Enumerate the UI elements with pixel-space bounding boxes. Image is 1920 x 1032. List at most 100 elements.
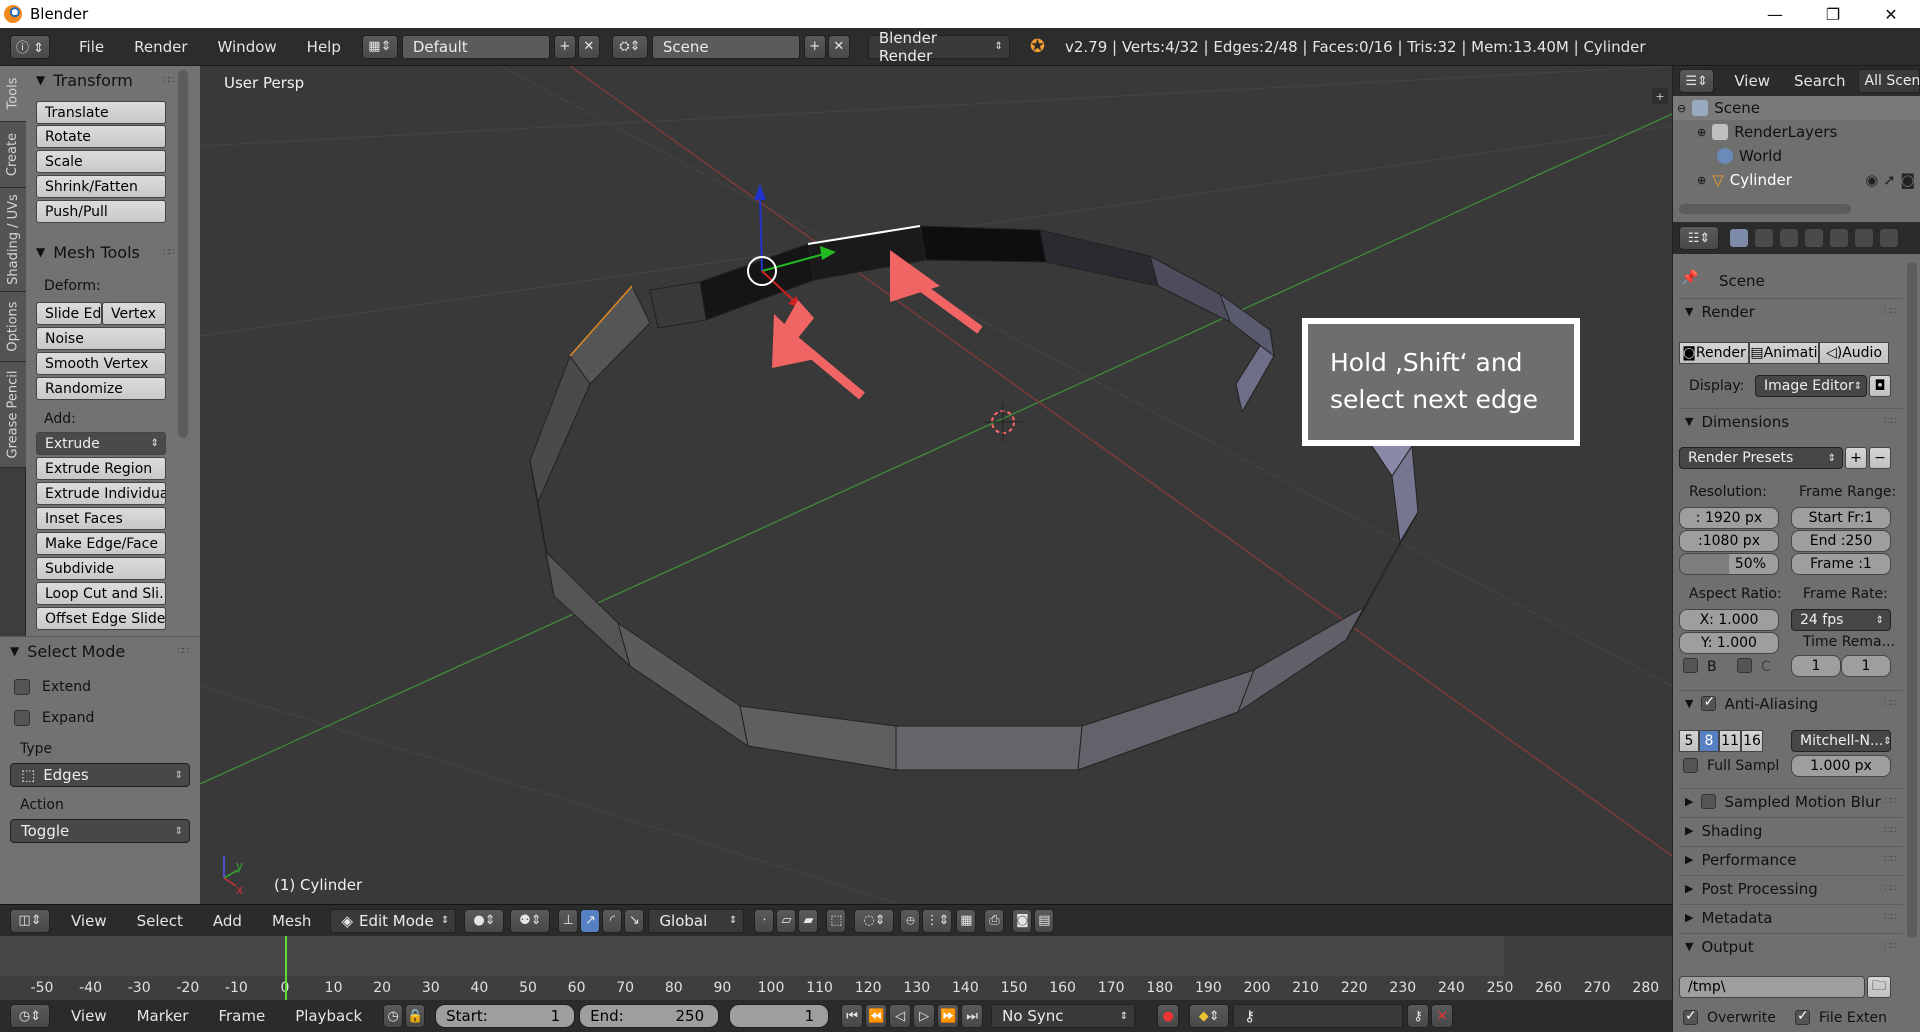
menu-playback[interactable]: Playback: [280, 1007, 377, 1025]
jump-start-icon[interactable]: ⏮: [841, 1004, 864, 1028]
drag-grip-icon[interactable]: ∷∷: [163, 247, 175, 258]
full-sample-checkbox[interactable]: [1683, 758, 1698, 773]
remove-scene-button[interactable]: ✕: [827, 34, 850, 59]
anti-aliasing-checkbox[interactable]: [1701, 694, 1717, 711]
aa-samples-5-button[interactable]: 5: [1679, 730, 1699, 752]
editor-type-timeline-button[interactable]: ◷⇕: [10, 1004, 50, 1028]
timeline-ruler[interactable]: -50-40-30-20-100102030405060708090100110…: [0, 976, 1672, 1000]
editor-type-properties-button[interactable]: ☷⇕: [1679, 226, 1719, 250]
scale-manipulator-icon[interactable]: ↘: [624, 908, 645, 933]
add-preset-button[interactable]: +: [1845, 447, 1867, 469]
render-button[interactable]: ◙ Render: [1679, 342, 1749, 364]
menu-add[interactable]: Add: [198, 912, 257, 930]
opengl-render-icon[interactable]: ⎙: [984, 908, 1005, 933]
scene-browse-button[interactable]: ⛭⇕: [611, 34, 648, 59]
expand-icon[interactable]: ⊕: [1697, 126, 1706, 139]
lock-interface-icon[interactable]: ◘: [1869, 375, 1891, 397]
menu-mesh[interactable]: Mesh: [257, 912, 327, 930]
translate-manipulator-icon[interactable]: ↗: [580, 908, 601, 933]
add-scene-button[interactable]: +: [803, 34, 826, 59]
render-animation-button[interactable]: ▤ Animati: [1749, 342, 1819, 364]
lock-icon[interactable]: 🔒: [405, 1004, 426, 1028]
frame-step-field[interactable]: Frame :1: [1791, 553, 1891, 575]
frame-end-field[interactable]: End :250: [1791, 530, 1891, 552]
rotate-manipulator-icon[interactable]: ◜: [602, 908, 623, 933]
cylinder-mesh[interactable]: [529, 225, 1419, 771]
menu-help[interactable]: Help: [292, 38, 356, 56]
extend-checkbox[interactable]: [14, 679, 30, 695]
make-edge-face-button[interactable]: Make Edge/Face: [36, 532, 166, 555]
outliner-item-renderlayers[interactable]: ⊕ RenderLayers: [1673, 120, 1920, 144]
translate-button[interactable]: Translate: [36, 101, 166, 124]
region-expand-icon[interactable]: +: [1652, 88, 1668, 104]
tab-create[interactable]: Create: [0, 122, 26, 188]
metadata-panel-header[interactable]: ▶ Metadata ∷∷: [1679, 904, 1903, 930]
display-mode-dropdown[interactable]: All Scenes: [1857, 69, 1920, 93]
select-mode-panel-header[interactable]: ▼ Select Mode ∷∷: [0, 637, 200, 665]
menu-window[interactable]: Window: [203, 38, 292, 56]
jump-keyframe-back-icon[interactable]: ⏪: [865, 1004, 888, 1028]
aspect-x-field[interactable]: X: 1.000: [1679, 609, 1779, 631]
scene-name-field[interactable]: Scene: [651, 34, 800, 59]
object-tab-icon[interactable]: [1829, 228, 1849, 248]
jump-keyframe-forward-icon[interactable]: ⏩: [937, 1004, 960, 1028]
proportional-edit-dropdown[interactable]: ◌⇕: [854, 908, 895, 933]
subdivide-button[interactable]: Subdivide: [36, 557, 166, 580]
crop-checkbox[interactable]: [1737, 658, 1752, 673]
keying-set-dropdown[interactable]: ◆ ⇕: [1189, 1004, 1230, 1028]
outliner-scrollbar[interactable]: [1679, 204, 1851, 214]
editor-type-info-button[interactable]: ⓘ ⇕: [10, 34, 50, 59]
smooth-vertex-button[interactable]: Smooth Vertex: [36, 352, 166, 375]
3d-viewport[interactable]: y x User Persp (1) Cylinder Hold ‚Shift‘…: [200, 66, 1672, 904]
output-panel-header[interactable]: ▼ Output ∷∷: [1679, 933, 1903, 959]
preview-range-icon[interactable]: ◷: [383, 1004, 404, 1028]
motion-blur-checkbox[interactable]: [1701, 794, 1717, 809]
remove-layout-button[interactable]: ✕: [577, 34, 600, 59]
scene-tab-icon[interactable]: [1779, 228, 1799, 248]
overwrite-checkbox[interactable]: [1683, 1008, 1698, 1025]
menu-frame[interactable]: Frame: [203, 1007, 280, 1025]
manipulator-toggle-icon[interactable]: ⊥: [558, 908, 579, 933]
aa-samples-8-button[interactable]: 8: [1699, 730, 1719, 752]
menu-view[interactable]: View: [56, 912, 122, 930]
play-reverse-icon[interactable]: ◁: [889, 1004, 912, 1028]
vertex-select-icon[interactable]: ⋅: [754, 908, 775, 933]
frame-rate-dropdown[interactable]: 24 fps ⇕: [1791, 609, 1891, 631]
menu-marker[interactable]: Marker: [122, 1007, 204, 1025]
layout-browse-button[interactable]: ▦⇕: [361, 34, 398, 59]
slide-edge-button[interactable]: Slide Ed: [36, 302, 102, 325]
render-animation-icon[interactable]: ▤: [1034, 908, 1055, 933]
delete-keyframe-icon[interactable]: ✕: [1431, 1004, 1454, 1028]
play-icon[interactable]: ▷: [913, 1004, 936, 1028]
render-engine-dropdown[interactable]: Blender Render ⇕: [867, 29, 1010, 65]
aa-samples-16-button[interactable]: 16: [1741, 730, 1763, 752]
editor-type-3d-button[interactable]: ◫⇕: [10, 908, 50, 933]
viewport-scene[interactable]: y x: [200, 66, 1672, 904]
push-pull-button[interactable]: Push/Pull: [36, 200, 166, 223]
menu-file[interactable]: File: [64, 38, 119, 56]
inset-faces-button[interactable]: Inset Faces: [36, 507, 166, 530]
mode-dropdown[interactable]: ◈ Edit Mode ⇕: [330, 908, 457, 933]
shrink-fatten-button[interactable]: Shrink/Fatten: [36, 175, 166, 198]
layout-name-field[interactable]: Default: [401, 34, 550, 59]
render-audio-button[interactable]: ◁) Audio: [1819, 342, 1889, 364]
randomize-button[interactable]: Randomize: [36, 377, 166, 400]
border-checkbox[interactable]: [1683, 658, 1698, 673]
mesh-tools-panel-header[interactable]: ▼ Mesh Tools ∷∷: [26, 238, 186, 266]
limit-selection-icon[interactable]: ⬚: [826, 908, 847, 933]
dimensions-panel-header[interactable]: ▼ Dimensions ∷∷: [1679, 408, 1903, 434]
time-remap-new-field[interactable]: 1: [1841, 655, 1891, 677]
layers-icon[interactable]: ▦: [956, 908, 977, 933]
outliner-item-world[interactable]: World: [1673, 144, 1920, 168]
tab-shading-uvs[interactable]: Shading / UVs: [0, 188, 26, 292]
transform-panel-header[interactable]: ▼ Transform ∷∷: [26, 66, 186, 94]
current-frame-field[interactable]: 1: [729, 1004, 830, 1028]
outliner-item-scene[interactable]: ⊖ Scene: [1673, 96, 1920, 120]
insert-keyframe-icon[interactable]: ⚷: [1407, 1004, 1430, 1028]
tab-grease-pencil[interactable]: Grease Pencil: [0, 362, 26, 468]
start-frame-field[interactable]: Start: 1: [435, 1004, 576, 1028]
shading-panel-header[interactable]: ▶ Shading ∷∷: [1679, 817, 1903, 843]
close-button[interactable]: ✕: [1862, 0, 1920, 28]
properties-scrollbar[interactable]: [1907, 262, 1917, 938]
drag-grip-icon[interactable]: ∷∷: [163, 75, 175, 86]
